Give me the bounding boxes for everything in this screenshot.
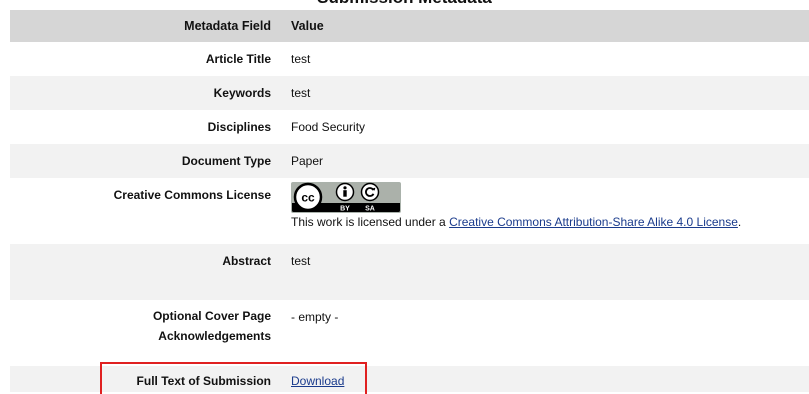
svg-text:BY: BY <box>340 206 350 213</box>
license-text-suffix: . <box>737 215 742 229</box>
full-text-value: Download <box>281 366 809 392</box>
article-title-value: test <box>281 42 809 76</box>
cover-page-label-line1: Optional Cover Page <box>152 309 271 323</box>
license-value: cc BY SA This work is licensed under a C… <box>281 178 809 244</box>
cover-page-label-line2: Acknowledgements <box>158 329 271 343</box>
row-license: Creative Commons License cc BY SA This w… <box>10 178 809 244</box>
abstract-label: Abstract <box>10 244 281 300</box>
document-type-value: Paper <box>281 144 809 178</box>
abstract-value: test <box>281 244 809 300</box>
row-full-text: Full Text of Submission Download <box>10 366 809 392</box>
row-document-type: Document Type Paper <box>10 144 809 178</box>
cc-by-sa-badge-icon[interactable]: cc BY SA <box>291 182 401 213</box>
cover-page-label: Optional Cover Page Acknowledgements <box>10 300 281 366</box>
license-link[interactable]: Creative Commons Attribution-Share Alike… <box>449 215 738 229</box>
svg-text:cc: cc <box>301 191 315 205</box>
disciplines-value: Food Security <box>281 110 809 144</box>
full-text-label: Full Text of Submission <box>10 366 281 392</box>
keywords-label: Keywords <box>10 76 281 110</box>
keywords-value: test <box>281 76 809 110</box>
column-header-field: Metadata Field <box>10 10 281 42</box>
page-title: Submission Metadata <box>0 0 809 8</box>
metadata-table: Metadata Field Value Article Title test … <box>10 10 809 392</box>
article-title-label: Article Title <box>10 42 281 76</box>
column-header-value: Value <box>281 10 809 42</box>
row-article-title: Article Title test <box>10 42 809 76</box>
license-text-prefix: This work is licensed under a <box>291 215 450 229</box>
document-type-label: Document Type <box>10 144 281 178</box>
cover-page-value: - empty - <box>281 300 809 366</box>
download-link[interactable]: Download <box>291 374 344 388</box>
row-disciplines: Disciplines Food Security <box>10 110 809 144</box>
license-label: Creative Commons License <box>10 178 281 244</box>
row-cover-page: Optional Cover Page Acknowledgements - e… <box>10 300 809 366</box>
svg-text:SA: SA <box>365 206 375 213</box>
row-keywords: Keywords test <box>10 76 809 110</box>
table-header-row: Metadata Field Value <box>10 10 809 42</box>
row-abstract: Abstract test <box>10 244 809 300</box>
disciplines-label: Disciplines <box>10 110 281 144</box>
